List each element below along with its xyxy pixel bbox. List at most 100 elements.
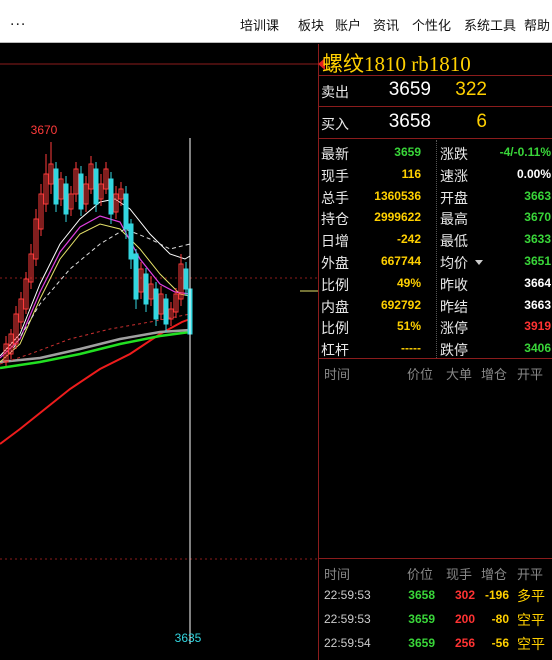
big-orders-header: 时间 价位 大单 增仓 开平 bbox=[319, 359, 552, 383]
candle-body bbox=[108, 178, 114, 215]
col-oi-change: 增仓 bbox=[481, 367, 508, 382]
stat-value: 3406 bbox=[524, 341, 551, 356]
stat-value: ----- bbox=[401, 341, 421, 356]
kline-chart[interactable]: 3670 3635 bbox=[0, 44, 318, 660]
instrument-title: 螺纹1810 rb1810 bbox=[322, 52, 471, 76]
stats-row: 日增 -242 最低 3633 bbox=[319, 228, 552, 250]
stat-value: 0.00% bbox=[516, 166, 551, 181]
candle-body bbox=[163, 298, 169, 325]
candle-body bbox=[78, 173, 84, 210]
stat-value: 667744 bbox=[380, 254, 421, 268]
menu-help[interactable]: 帮助 bbox=[524, 15, 550, 34]
menu-news[interactable]: 资讯 bbox=[373, 15, 399, 34]
ask-row[interactable]: 卖出 3659 322 bbox=[319, 76, 552, 104]
top-menu-bar: ... 培训课 板块 账户 资讯 个性化 系统工具 帮助 bbox=[0, 0, 552, 43]
ask-volume: 322 bbox=[455, 79, 487, 100]
big-orders-panel: 时间 价位 大单 增仓 开平 bbox=[319, 359, 552, 559]
tick-price: 3659 bbox=[408, 636, 435, 650]
stat-value: 3664 bbox=[524, 275, 551, 290]
tick-row[interactable]: 22:59:53 3658 302 -196 多平 bbox=[319, 583, 552, 607]
instrument-header: 螺纹1810 rb1810 bbox=[318, 44, 552, 76]
menu-personalize[interactable]: 个性化 bbox=[412, 15, 451, 34]
stats-row: 总手 1360536 开盘 3663 bbox=[319, 185, 552, 207]
stat-value: 1360536 bbox=[374, 188, 421, 203]
col-open-close: 开平 bbox=[517, 367, 544, 382]
tick-open-close: 空平 bbox=[517, 636, 545, 652]
moving-averages bbox=[0, 198, 191, 445]
menu-sectors[interactable]: 板块 bbox=[298, 15, 324, 34]
tick-row[interactable]: 22:59:53 3659 200 -80 空平 bbox=[319, 607, 552, 631]
stat-label: 日增 bbox=[321, 233, 349, 250]
kline-chart-canvas[interactable]: 3670 3635 bbox=[0, 44, 318, 660]
stat-label: 现手 bbox=[321, 167, 349, 184]
tick-oi-change: -196 bbox=[484, 588, 509, 602]
menu-system-tools[interactable]: 系统工具 bbox=[464, 15, 516, 34]
dropdown-arrow-icon[interactable] bbox=[475, 260, 483, 265]
stats-row: 现手 116 速涨 0.00% bbox=[319, 163, 552, 185]
stats-row: 外盘 667744 均价 3651 bbox=[319, 250, 552, 272]
divider bbox=[319, 106, 552, 107]
low-price-label: 3635 bbox=[175, 631, 202, 645]
tick-time: 22:59:53 bbox=[324, 612, 371, 626]
stats-row: 最新 3659 涨跌 -4/-0.11% bbox=[319, 141, 552, 163]
tick-time: 22:59:53 bbox=[324, 588, 371, 602]
stat-value: 3651 bbox=[524, 254, 551, 268]
stat-label: 最新 bbox=[321, 146, 349, 162]
tick-oi-change: -56 bbox=[491, 636, 509, 650]
col-volume: 现手 bbox=[446, 567, 473, 582]
ma-line-green bbox=[0, 330, 191, 370]
stat-value: -242 bbox=[396, 232, 421, 247]
candle-body bbox=[53, 168, 59, 205]
tick-price: 3659 bbox=[408, 612, 435, 626]
more-menu-button[interactable]: ... bbox=[10, 12, 26, 30]
stats-row: 持仓 2999622 最高 3670 bbox=[319, 206, 552, 228]
stat-value: 3670 bbox=[524, 210, 551, 225]
stat-value: 3663 bbox=[524, 297, 551, 312]
candle-body bbox=[153, 288, 159, 320]
candle-body bbox=[63, 183, 69, 215]
stat-label: 涨停 bbox=[440, 320, 468, 337]
stat-value: 3919 bbox=[524, 319, 551, 334]
stat-label: 速涨 bbox=[440, 167, 468, 184]
tick-volume: 256 bbox=[454, 636, 475, 650]
stat-label: 比例 bbox=[321, 320, 349, 337]
candle-body bbox=[128, 223, 134, 260]
bid-price: 3658 bbox=[388, 111, 431, 132]
ask-label: 卖出 bbox=[321, 84, 349, 100]
stat-value: 2999622 bbox=[374, 210, 421, 225]
col-time: 时间 bbox=[324, 367, 351, 382]
stats-table: 最新 3659 涨跌 -4/-0.11% 现手 116 速涨 0.00% 总手 1360536 开盘… bbox=[319, 140, 552, 359]
stat-value: 3633 bbox=[524, 232, 551, 247]
stat-label: 最低 bbox=[440, 233, 468, 250]
col-big-order: 大单 bbox=[446, 367, 473, 382]
stat-label: 最高 bbox=[440, 211, 468, 228]
tick-row[interactable]: 22:59:54 3659 256 -56 空平 bbox=[319, 631, 552, 655]
tick-list: 时间 价位 现手 增仓 开平 22:59:53 3658 302 -196 多平 22:5… bbox=[319, 559, 552, 655]
stat-value: 3663 bbox=[524, 188, 551, 203]
ask-price: 3659 bbox=[388, 79, 431, 100]
menu-training[interactable]: 培训课 bbox=[240, 15, 279, 34]
divider bbox=[319, 138, 552, 139]
ma-line-dashed bbox=[0, 313, 191, 365]
tick-time: 22:59:54 bbox=[324, 636, 371, 650]
stat-label: 总手 bbox=[321, 189, 349, 206]
menu-account[interactable]: 账户 bbox=[335, 15, 361, 34]
col-open-close: 开平 bbox=[517, 567, 544, 582]
stats-row: 内盘 692792 昨结 3663 bbox=[319, 294, 552, 316]
stat-label: 开盘 bbox=[440, 189, 468, 206]
col-time: 时间 bbox=[324, 567, 351, 582]
tick-volume: 302 bbox=[454, 588, 475, 602]
bid-row[interactable]: 买入 3658 6 bbox=[319, 108, 552, 136]
stat-value: 3659 bbox=[394, 145, 421, 159]
bid-volume: 6 bbox=[476, 111, 487, 132]
stat-label: 昨结 bbox=[440, 298, 468, 315]
candle-body bbox=[183, 268, 189, 290]
candle-body bbox=[143, 273, 149, 305]
stats-row: 杠杆 ----- 跌停 3406 bbox=[319, 337, 552, 359]
stat-value: -4/-0.11% bbox=[499, 145, 551, 159]
stats-row: 比例 49% 昨收 3664 bbox=[319, 272, 552, 294]
col-oi-change: 增仓 bbox=[481, 567, 508, 582]
tick-header: 时间 价位 现手 增仓 开平 bbox=[319, 559, 552, 583]
tick-oi-change: -80 bbox=[491, 612, 509, 626]
candle-body bbox=[133, 253, 139, 300]
